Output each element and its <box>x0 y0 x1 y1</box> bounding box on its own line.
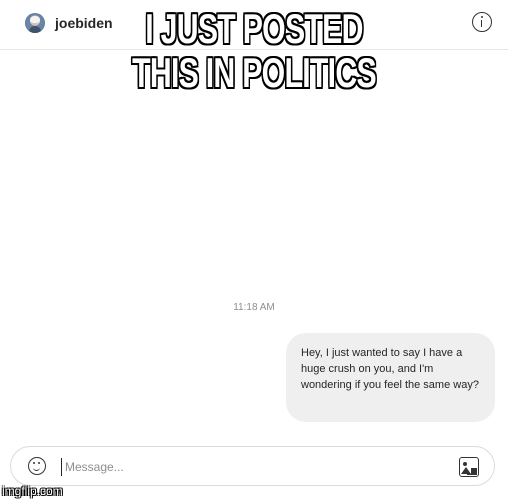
emoji-icon[interactable] <box>28 457 46 475</box>
message-bubble: Hey, I just wanted to say I have a huge … <box>286 333 495 422</box>
message-input[interactable] <box>61 458 445 476</box>
message-timestamp: 11:18 AM <box>233 302 275 313</box>
imgflip-watermark: imgflip.com <box>2 484 63 498</box>
avatar[interactable] <box>25 13 45 33</box>
meme-caption: I JUST POSTED THIS IN POLITICS <box>132 5 377 96</box>
info-icon[interactable] <box>472 12 492 32</box>
image-icon[interactable] <box>459 457 479 477</box>
message-composer <box>10 446 495 486</box>
